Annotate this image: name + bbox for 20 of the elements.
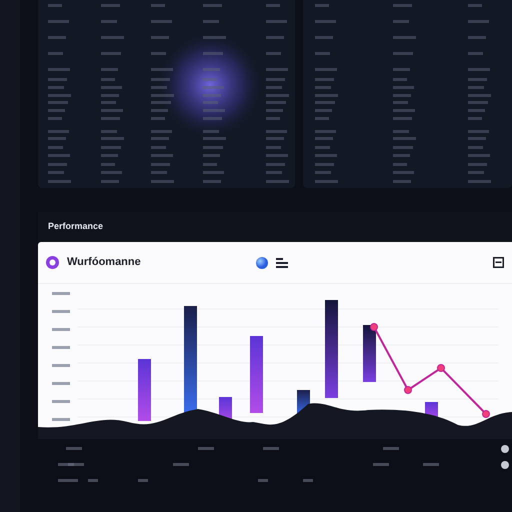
ring-logo-icon bbox=[46, 256, 59, 269]
window-icon[interactable] bbox=[493, 257, 504, 268]
axis-label-mark bbox=[52, 400, 70, 403]
orb-icon bbox=[256, 256, 268, 268]
axis-label-mark bbox=[52, 382, 70, 385]
bar bbox=[138, 359, 151, 421]
data-point bbox=[482, 410, 490, 418]
axis-label-mark bbox=[52, 328, 70, 331]
axis-label-mark bbox=[52, 346, 70, 349]
lines-icon bbox=[276, 258, 288, 268]
axis-label-mark bbox=[52, 292, 70, 295]
axis-label-mark bbox=[52, 364, 70, 367]
data-point bbox=[404, 386, 412, 394]
data-point bbox=[437, 364, 445, 372]
bar bbox=[363, 325, 376, 382]
axis-label-mark bbox=[52, 418, 70, 421]
data-point bbox=[370, 323, 378, 331]
card-title: Wurfóomanne bbox=[67, 255, 141, 270]
section-title: Performance bbox=[48, 220, 104, 234]
axis-label-mark bbox=[52, 310, 70, 313]
